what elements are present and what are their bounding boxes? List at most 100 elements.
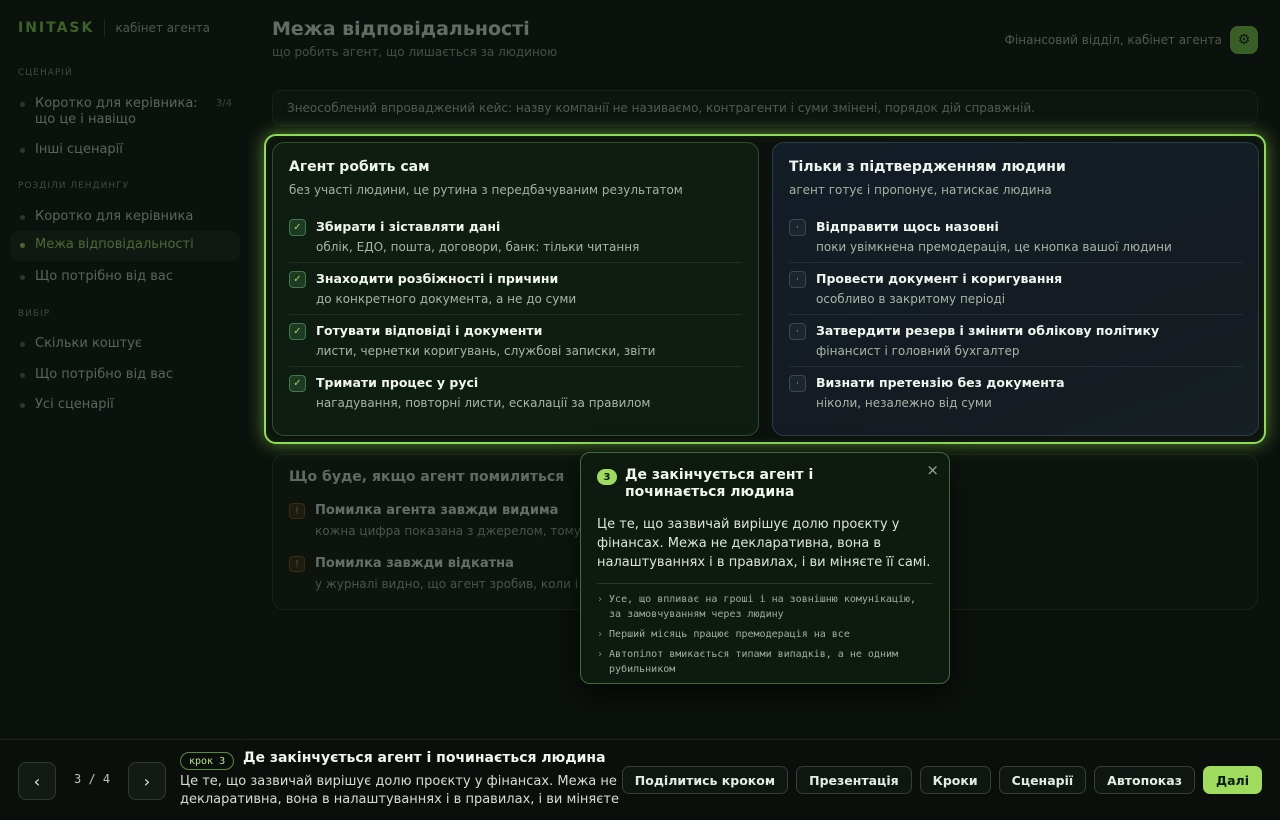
sidebar-item-label: Що потрібно від вас	[35, 269, 173, 284]
item-desc: листи, чернетки коригувань, службові зап…	[316, 344, 656, 358]
header-context-label: Фінансовий відділ, кабінет агента	[1004, 33, 1222, 47]
bullet-icon	[20, 148, 25, 153]
sidebar-section-title: СЦЕНАРІЙ	[18, 68, 73, 78]
chevron-right-icon: ›	[597, 594, 604, 605]
list-item: · Затвердити резерв і змінити облікову п…	[789, 315, 1242, 367]
sidebar-item-pricing[interactable]: Скільки коштує	[10, 330, 240, 357]
item-title: Тримати процес у русі	[316, 375, 479, 390]
item-title: Збирати і зіставляти дані	[316, 219, 501, 234]
item-desc: особливо в закритому періоді	[816, 292, 1006, 306]
sidebar-item-label: Що потрібно від вас	[35, 367, 173, 382]
item-desc: поки увімкнена премодерація, це кнопка в…	[816, 240, 1172, 254]
item-title: Помилка агента завжди видима	[315, 503, 559, 518]
list-item: › Усе, що впливає на гроші і на зовнішню …	[597, 592, 933, 622]
autoplay-button[interactable]: Автопоказ	[1094, 766, 1195, 794]
popover-title: Де закінчується агент і починається люди…	[625, 467, 814, 500]
warning-icon: !	[289, 556, 305, 572]
step-counter: 3 / 4	[74, 772, 111, 786]
sidebar-item-scenario-summary[interactable]: Коротко для керівника: що це і навіщо 3/…	[10, 90, 240, 134]
bullet-icon	[20, 102, 25, 107]
prev-step-button[interactable]: ‹	[18, 762, 56, 800]
list-item: › Перший місяць працює премодерація на вс…	[597, 627, 933, 642]
bullet-icon	[20, 275, 25, 280]
sidebar-item-count: 3/4	[215, 98, 232, 109]
sidebar-item-other-scenarios[interactable]: Інші сценарії	[10, 136, 240, 163]
item-desc: фінансист і головний бухгалтер	[816, 344, 1020, 358]
dot-icon: ·	[789, 219, 806, 236]
list-item-text: Перший місяць працює премодерація на все	[609, 629, 850, 640]
header-context: Фінансовий відділ, кабінет агента ⚙	[1005, 26, 1258, 54]
dot-icon: ·	[789, 375, 806, 392]
list-item-text: Автопілот вмикається типами випадків, а …	[609, 649, 899, 675]
list-item: · Провести документ і коригування особлив…	[789, 263, 1242, 315]
next-step-arrow-button[interactable]: ›	[128, 762, 166, 800]
settings-avatar-icon[interactable]: ⚙	[1230, 26, 1258, 54]
item-desc: нагадування, повторні листи, ескалації з…	[316, 396, 651, 410]
sidebar-item-responsibility[interactable]: Межа відповідальності	[10, 231, 240, 261]
sidebar-section-title: РОЗДІЛИ ЛЕНДИНГУ	[18, 181, 130, 191]
scenarios-button[interactable]: Сценарії	[998, 766, 1087, 794]
sidebar-section-title: ВИБІР	[18, 309, 51, 319]
popover-body: Це те, що зазвичай вирішує долю проєкту …	[597, 517, 931, 570]
sidebar-item-requirements-2[interactable]: Що потрібно від вас	[10, 361, 240, 388]
list-item: ✓ Тримати процес у русі нагадування, повт…	[289, 367, 742, 419]
page-subtitle: що робить агент, що лишається за людиною	[272, 45, 558, 59]
bullet-icon	[20, 243, 25, 248]
bullet-icon	[20, 342, 25, 347]
sidebar-item-label: Межа відповідальності	[35, 237, 194, 252]
warning-icon: !	[289, 503, 305, 519]
share-step-button[interactable]: Поділитись кроком	[621, 766, 789, 794]
item-title: Визнати претензію без документа	[816, 375, 1065, 390]
list-item: · Відправити щось назовні поки увімкнена …	[789, 211, 1242, 263]
check-icon: ✓	[289, 271, 306, 288]
card-subtitle: без участі людини, це рутина з передбачу…	[289, 183, 683, 197]
brand-subtitle: кабінет агента	[115, 21, 210, 35]
close-icon[interactable]: ×	[926, 461, 939, 479]
card-subtitle: агент готує і пропонує, натискає людина	[789, 183, 1052, 197]
item-desc: ніколи, незалежно від суми	[816, 396, 992, 410]
tour-actions: Поділитись кроком Презентація Кроки Сцен…	[621, 766, 1262, 794]
dot-icon: ·	[789, 271, 806, 288]
item-title: Відправити щось назовні	[816, 219, 999, 234]
bullet-icon	[20, 373, 25, 378]
divider	[597, 583, 933, 584]
sidebar-item-exec-summary[interactable]: Коротко для керівника	[10, 203, 240, 230]
step-title: Де закінчується агент і починається люди…	[243, 750, 606, 766]
sidebar-item-label: Коротко для керівника: що це і навіщо	[35, 96, 198, 127]
bullet-icon	[20, 215, 25, 220]
step-pill: крок 3	[180, 752, 235, 770]
sidebar: INITASK кабінет агента СЦЕНАРІЙ Коротко …	[0, 0, 244, 738]
list-item: ✓ Знаходити розбіжності і причини до конк…	[289, 263, 742, 315]
steps-button[interactable]: Кроки	[919, 766, 991, 794]
list-item: › Автопілот вмикається типами випадків, а…	[597, 647, 933, 677]
brand-divider	[104, 20, 106, 36]
check-icon: ✓	[289, 219, 306, 236]
anonymized-notice: Знеособлений впроваджений кейс: назву ко…	[272, 90, 1258, 126]
card-title: Тільки з підтвердженням людини	[789, 159, 1066, 175]
sidebar-item-requirements[interactable]: Що потрібно від вас	[10, 263, 240, 290]
sidebar-item-all-scenarios[interactable]: Усі сценарії	[10, 391, 240, 418]
sidebar-item-label: Усі сценарії	[35, 397, 114, 412]
step-description: Це те, що зазвичай вирішує долю проєкту …	[180, 774, 619, 807]
agent-does-alone-card: Агент робить сам без участі людини, це р…	[272, 142, 759, 436]
next-button[interactable]: Далі	[1202, 766, 1262, 794]
item-title: Помилка завжди відкатна	[315, 556, 514, 571]
item-title: Провести документ і коригування	[816, 271, 1063, 286]
list-item-text: Усе, що впливає на гроші і на зовнішню к…	[609, 594, 917, 620]
item-desc: у журналі видно, що агент зробив, коли і…	[315, 577, 590, 591]
popover-list: › Усе, що впливає на гроші і на зовнішню …	[597, 592, 933, 677]
brand: INITASK кабінет агента	[18, 20, 210, 36]
human-confirmation-card: Тільки з підтвердженням людини агент гот…	[772, 142, 1259, 436]
item-title: Знаходити розбіжності і причини	[316, 271, 559, 286]
item-desc: до конкретного документа, а не до суми	[316, 292, 577, 306]
sidebar-item-label: Скільки коштує	[35, 336, 143, 351]
card-title: Агент робить сам	[289, 159, 430, 175]
chevron-right-icon: ›	[597, 629, 604, 640]
item-title: Готувати відповіді і документи	[316, 323, 543, 338]
page-title: Межа відповідальності	[272, 18, 530, 40]
tour-popover: 3 Де закінчується агент і починається лю…	[580, 452, 950, 684]
logo: INITASK	[18, 20, 95, 36]
tour-bottom-bar: ‹ 3 / 4 › крок 3 Де закінчується агент і…	[0, 739, 1280, 820]
presentation-button[interactable]: Презентація	[796, 766, 912, 794]
item-desc: кожна цифра показана з джерелом, тому н	[315, 524, 593, 538]
